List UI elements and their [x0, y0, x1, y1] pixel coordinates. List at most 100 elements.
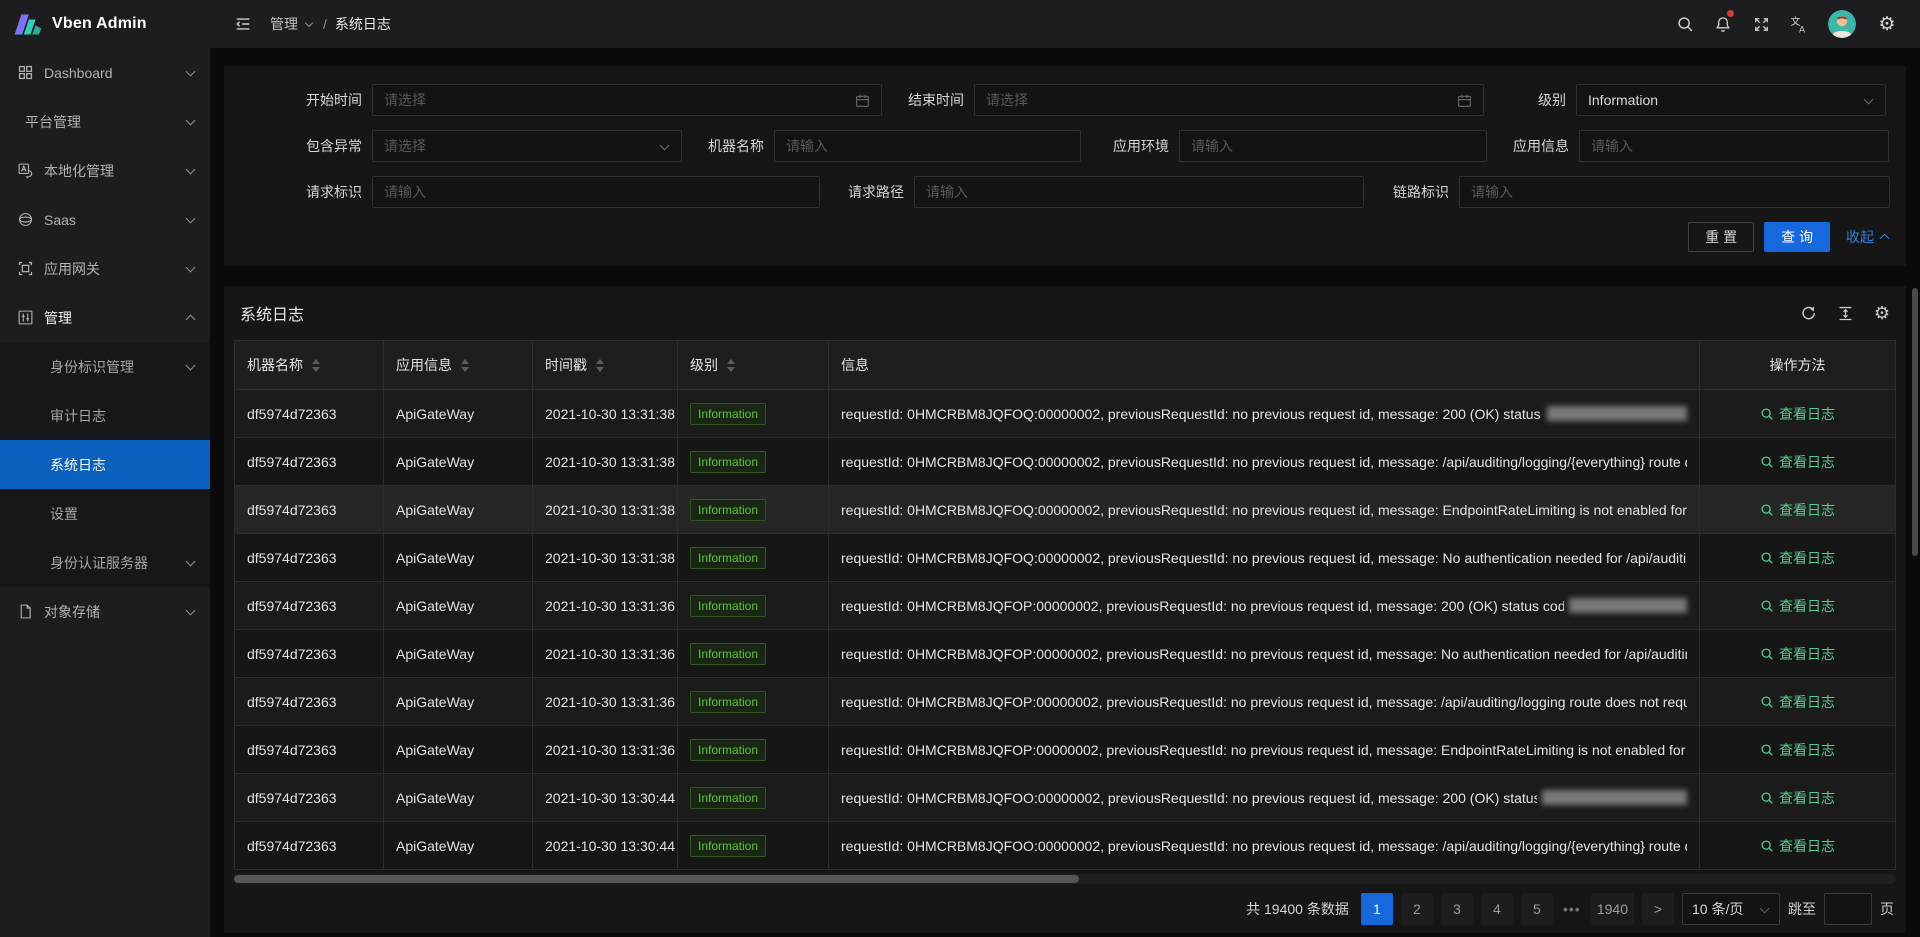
table-row[interactable]: df5974d72363ApiGateWay2021-10-30 13:31:3…	[235, 725, 1895, 773]
table-row[interactable]: df5974d72363ApiGateWay2021-10-30 13:31:3…	[235, 533, 1895, 581]
view-log-link[interactable]: 查看日志	[1760, 836, 1835, 856]
query-button[interactable]: 查 询	[1764, 222, 1830, 252]
chevron-down-icon	[184, 119, 196, 124]
app-env-input[interactable]	[1179, 130, 1487, 162]
search-icon[interactable]	[1666, 0, 1704, 48]
view-log-link[interactable]: 查看日志	[1760, 740, 1835, 760]
request-path-input[interactable]	[914, 176, 1364, 208]
cell-timestamp: 2021-10-30 13:31:38	[533, 390, 678, 437]
field-label: 请求标识	[240, 182, 372, 202]
page-button-4[interactable]: 4	[1481, 893, 1513, 925]
sidebar-item-identity-mgmt[interactable]: 身份标识管理	[0, 342, 210, 391]
collapse-link[interactable]: 收起	[1846, 227, 1890, 247]
table-row[interactable]: df5974d72363ApiGateWay2021-10-30 13:30:4…	[235, 821, 1895, 869]
sidebar-item-dashboard[interactable]: Dashboard	[0, 48, 210, 97]
cell-timestamp: 2021-10-30 13:31:38	[533, 486, 678, 533]
breadcrumb-parent[interactable]: 管理	[270, 14, 315, 34]
table-row[interactable]: df5974d72363ApiGateWay2021-10-30 13:31:3…	[235, 437, 1895, 485]
view-log-link[interactable]: 查看日志	[1760, 596, 1835, 616]
view-log-link[interactable]: 查看日志	[1760, 500, 1835, 520]
column-header-app[interactable]: 应用信息	[384, 341, 533, 389]
page-button-3[interactable]: 3	[1441, 893, 1473, 925]
start-time-date-input[interactable]: 请选择	[372, 84, 882, 116]
vertical-scrollbar-thumb[interactable]	[1912, 288, 1918, 556]
sidebar-item-audit-log[interactable]: 审计日志	[0, 391, 210, 440]
table-row[interactable]: df5974d72363ApiGateWay2021-10-30 13:30:4…	[235, 773, 1895, 821]
app-logo[interactable]: Vben Admin	[0, 0, 210, 48]
page-button-1[interactable]: 1	[1361, 893, 1393, 925]
page-size-select[interactable]: 10 条/页	[1682, 893, 1780, 925]
chevron-down-icon	[184, 560, 196, 565]
horizontal-scrollbar[interactable]	[234, 874, 1896, 884]
table-row[interactable]: df5974d72363ApiGateWay2021-10-30 13:31:3…	[235, 389, 1895, 437]
trace-id-input[interactable]	[1459, 176, 1890, 208]
page-button-1940[interactable]: 1940	[1591, 893, 1634, 925]
bell-icon[interactable]	[1704, 0, 1742, 48]
sort-icon[interactable]	[596, 359, 604, 372]
column-header-level[interactable]: 级别	[678, 341, 829, 389]
view-log-link[interactable]: 查看日志	[1760, 788, 1835, 808]
sidebar-item-gateway[interactable]: 应用网关	[0, 244, 210, 293]
request-id-input[interactable]	[372, 176, 820, 208]
level-select[interactable]: Information	[1576, 84, 1886, 116]
sidebar-item-label: 身份认证服务器	[50, 553, 184, 573]
view-log-link[interactable]: 查看日志	[1760, 452, 1835, 472]
view-log-link[interactable]: 查看日志	[1760, 644, 1835, 664]
column-label: 操作方法	[1770, 355, 1826, 375]
level-badge: Information	[690, 595, 766, 617]
settings-icon[interactable]: ⚙	[1868, 0, 1906, 48]
translate-icon[interactable]: 文 A	[1780, 0, 1818, 48]
reset-button[interactable]: 重 置	[1688, 222, 1754, 252]
machine-name-input[interactable]	[774, 130, 1081, 162]
table-row[interactable]: df5974d72363ApiGateWay2021-10-30 13:31:3…	[235, 677, 1895, 725]
table-row[interactable]: df5974d72363ApiGateWay2021-10-30 13:31:3…	[235, 485, 1895, 533]
row-height-icon[interactable]	[1837, 305, 1854, 322]
column-header-machine[interactable]: 机器名称	[235, 341, 384, 389]
sidebar-item-settings[interactable]: 设置	[0, 489, 210, 538]
column-header-time[interactable]: 时间戳	[533, 341, 678, 389]
sort-icon[interactable]	[461, 359, 469, 372]
view-log-link[interactable]: 查看日志	[1760, 692, 1835, 712]
cell-timestamp: 2021-10-30 13:31:36	[533, 678, 678, 725]
sort-icon[interactable]	[312, 359, 320, 372]
end-time-date-input[interactable]: 请选择	[974, 84, 1484, 116]
sidebar-item-platform[interactable]: 平台管理	[0, 97, 210, 146]
jump-suffix: 页	[1880, 899, 1894, 919]
table-panel-header: 系统日志 ⚙	[234, 286, 1896, 340]
cell-level: Information	[678, 486, 829, 533]
sidebar-item-auth-server[interactable]: 身份认证服务器	[0, 538, 210, 587]
storage-icon	[17, 603, 34, 620]
main-area: 管理 / 系统日志	[210, 0, 1920, 937]
page-button-2[interactable]: 2	[1401, 893, 1433, 925]
view-log-link[interactable]: 查看日志	[1760, 548, 1835, 568]
page-ellipsis[interactable]: •••	[1561, 901, 1583, 917]
sidebar-item-management[interactable]: 管理	[0, 293, 210, 342]
cell-app-info: ApiGateWay	[384, 438, 533, 485]
fullscreen-icon[interactable]	[1742, 0, 1780, 48]
avatar[interactable]	[1828, 10, 1856, 38]
redo-icon[interactable]	[1800, 305, 1817, 322]
has-exception-select[interactable]: 请选择	[372, 130, 682, 162]
settings-icon[interactable]: ⚙	[1874, 304, 1890, 322]
sort-icon[interactable]	[727, 359, 735, 372]
sidebar-item-localization[interactable]: 本地化管理	[0, 146, 210, 195]
view-log-link[interactable]: 查看日志	[1760, 404, 1835, 424]
sidebar-item-object-storage[interactable]: 对象存储	[0, 587, 210, 636]
horizontal-scrollbar-thumb[interactable]	[234, 875, 1079, 883]
table-row[interactable]: df5974d72363ApiGateWay2021-10-30 13:31:3…	[235, 581, 1895, 629]
cell-message: requestId: 0HMCRBM8JQFOQ:00000002, previ…	[829, 534, 1700, 581]
column-label: 信息	[841, 355, 869, 375]
magnifier-icon	[1760, 455, 1774, 469]
next-page-button[interactable]: >	[1642, 893, 1674, 925]
page-button-5[interactable]: 5	[1521, 893, 1553, 925]
table-row[interactable]: df5974d72363ApiGateWay2021-10-30 13:31:3…	[235, 629, 1895, 677]
calendar-icon	[1457, 93, 1472, 108]
filter-row-2: 包含异常 请选择 机器名称 应用环境	[240, 130, 1890, 162]
jump-input[interactable]	[1824, 893, 1872, 925]
pagination: 共 19400 条数据 12345•••1940> 10 条/页 跳至 页	[234, 886, 1896, 932]
sidebar-item-system-log[interactable]: 系统日志	[0, 440, 210, 489]
menu-fold-icon[interactable]	[226, 0, 260, 48]
app-info-input[interactable]	[1579, 130, 1889, 162]
sidebar-item-saas[interactable]: Saas	[0, 195, 210, 244]
cell-message: requestId: 0HMCRBM8JQFOP:00000002, previ…	[829, 678, 1700, 725]
